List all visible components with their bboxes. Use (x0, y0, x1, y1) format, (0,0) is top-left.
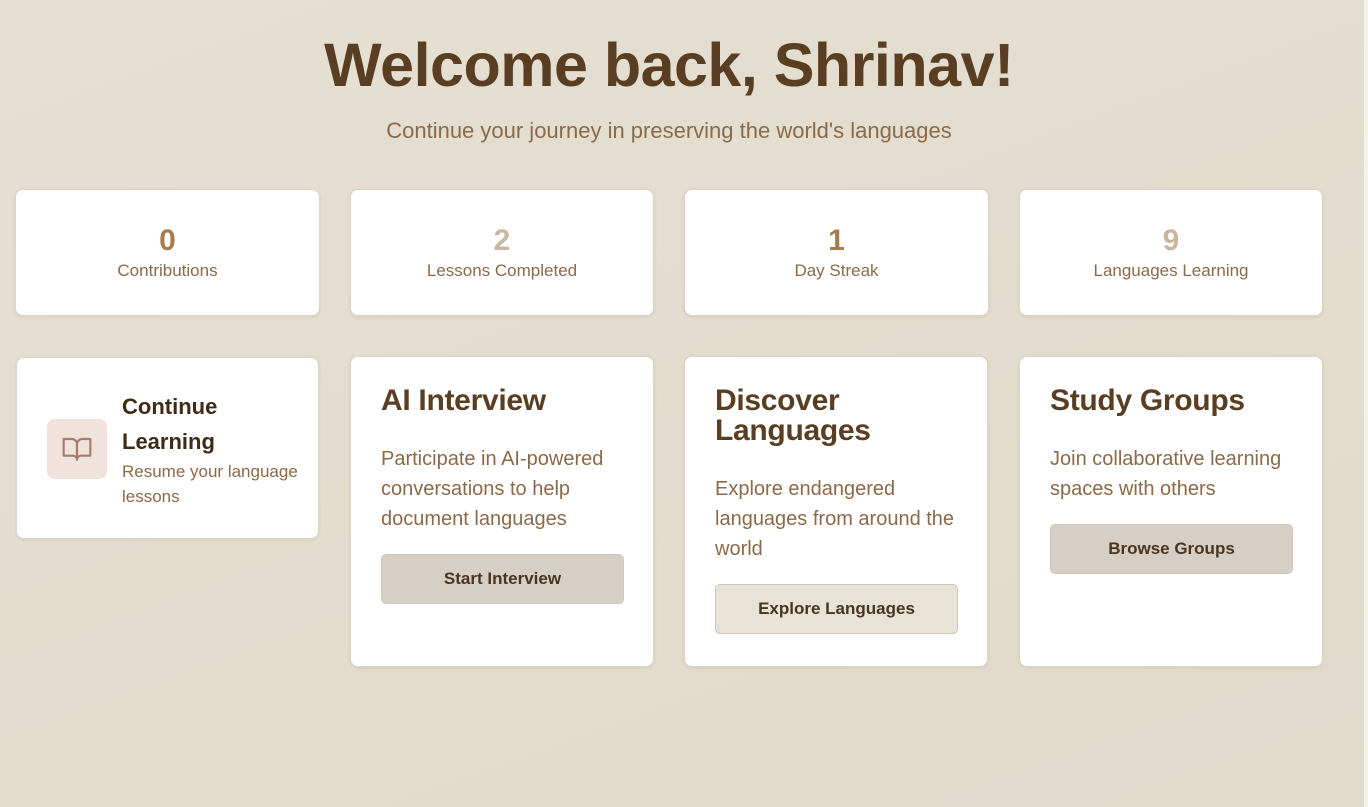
study-groups-description: Join collaborative learning spaces with … (1050, 448, 1282, 500)
start-interview-button[interactable]: Start Interview (381, 554, 624, 604)
study-groups-title: Study Groups (1050, 384, 1245, 417)
book-open-icon (47, 419, 107, 479)
study-groups-card: Study Groups Join collaborative learning… (1019, 356, 1323, 667)
stat-label: Lessons Completed (426, 261, 578, 280)
discover-languages-title: Discover Languages (715, 384, 871, 447)
stat-label: Day Streak (794, 261, 879, 280)
ai-interview-title: AI Interview (381, 384, 546, 417)
continue-learning-title: Continue Learning (122, 394, 218, 454)
continue-learning-subtitle: Resume your language lessons (122, 462, 298, 506)
welcome-header: Welcome back, Shrinav! Continue your jou… (0, 28, 1338, 146)
discover-languages-card: Discover Languages Explore endangered la… (684, 356, 988, 667)
stat-card-day-streak: 1 Day Streak (684, 189, 989, 316)
stat-card-languages-learning: 9 Languages Learning (1019, 189, 1323, 316)
ai-interview-card: AI Interview Participate in AI-powered c… (350, 356, 654, 667)
stat-value: 2 (493, 224, 511, 257)
stat-value: 1 (828, 224, 845, 257)
continue-learning-text: Continue Learning Resume your language l… (122, 389, 302, 509)
scrollbar-track[interactable] (1364, 0, 1368, 807)
ai-interview-description: Participate in AI-powered conversations … (381, 448, 604, 530)
browse-groups-button[interactable]: Browse Groups (1050, 524, 1293, 574)
continue-learning-card[interactable]: Continue Learning Resume your language l… (16, 357, 319, 539)
stat-value: 0 (159, 224, 176, 257)
page-subtitle: Continue your journey in preserving the … (386, 118, 952, 143)
stat-card-lessons-completed: 2 Lessons Completed (350, 189, 654, 316)
discover-languages-description: Explore endangered languages from around… (715, 478, 955, 560)
stat-label: Contributions (117, 261, 218, 280)
stat-card-contributions: 0 Contributions (15, 189, 320, 316)
page-title: Welcome back, Shrinav! (324, 31, 1014, 99)
stat-value: 9 (1162, 224, 1180, 257)
explore-languages-button[interactable]: Explore Languages (715, 584, 958, 634)
stat-label: Languages Learning (1093, 261, 1249, 280)
